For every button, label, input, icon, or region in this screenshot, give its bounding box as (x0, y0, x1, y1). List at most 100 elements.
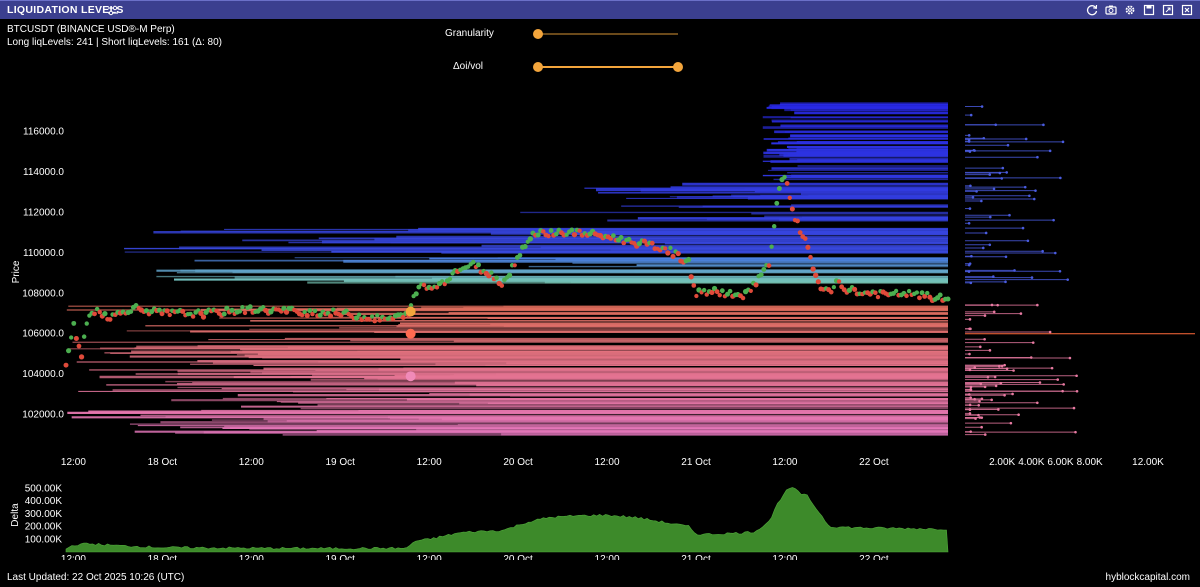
delta-tick-label: 400.00K (25, 496, 63, 507)
down-candle-point (813, 272, 819, 278)
down-candle-point (499, 283, 505, 288)
histogram-point (983, 314, 987, 317)
side-tick-label: 8.00K (1077, 457, 1103, 468)
delta-time-tick-label: 12:00 (417, 554, 442, 560)
up-candle-point (247, 304, 253, 310)
histogram-point (1068, 356, 1072, 360)
down-candle-point (836, 279, 842, 284)
up-candle-point (618, 234, 624, 240)
histogram-point (988, 243, 992, 247)
histogram-point (968, 403, 972, 407)
histogram-point (1024, 137, 1028, 141)
up-candle-point (548, 228, 554, 233)
down-candle-point (787, 195, 792, 200)
histogram-point (971, 195, 975, 199)
histogram-point (1006, 143, 1010, 147)
up-candle-point (84, 321, 89, 326)
side-axis: 2.00K 4.00K 6.00K 8.00K 12.00K (989, 457, 1164, 468)
up-candle-point (517, 253, 523, 258)
up-candle-point (925, 290, 930, 296)
side-histogram (965, 105, 1195, 436)
histogram-point (1052, 218, 1055, 222)
side-tick-label: 4.00K (1018, 457, 1044, 468)
histogram-point (980, 425, 983, 429)
up-candle-point (489, 270, 494, 275)
up-candle-point (719, 288, 725, 294)
histogram-point (1056, 378, 1060, 381)
up-candle-point (535, 232, 541, 238)
up-candle-point (221, 311, 227, 317)
price-axis: 102000.0 104000.0 106000.0 108000.0 110000.0… (22, 126, 64, 420)
histogram-point (996, 303, 999, 307)
delta-tick-label: 500.00K (25, 483, 63, 494)
down-candle-point (97, 309, 102, 315)
delta-tick-label: 300.00K (25, 509, 63, 520)
up-candle-point (782, 174, 787, 180)
up-candle-point (69, 335, 74, 340)
histogram-point (1062, 383, 1065, 386)
up-candle-point (66, 348, 72, 354)
brand-link[interactable]: hyblockcapital.com (1106, 572, 1190, 583)
histogram-point (1050, 366, 1054, 370)
down-candle-point (242, 310, 248, 316)
time-tick-label: 21 Oct (681, 457, 711, 468)
histogram-point (981, 246, 985, 250)
histogram-point (1074, 430, 1077, 434)
time-tick-label: 22 Oct (859, 457, 889, 468)
price-tick-label: 110000.0 (23, 248, 64, 259)
up-candle-point (831, 284, 836, 290)
down-candle-point (766, 263, 772, 268)
histogram-point (1036, 401, 1039, 405)
highlight-marker (405, 371, 416, 382)
up-candle-point (356, 312, 362, 317)
last-updated: Last Updated: 22 Oct 2025 10:26 (UTC) (7, 572, 185, 583)
delta-time-tick-label: 22 Oct (859, 554, 889, 560)
down-candle-point (815, 279, 821, 285)
up-candle-point (774, 200, 780, 206)
histogram-point (1028, 194, 1031, 198)
histogram-point (994, 123, 998, 127)
time-tick-label: 12:00 (417, 457, 442, 468)
histogram-point (980, 416, 984, 419)
up-candle-point (240, 304, 245, 310)
histogram-point (967, 222, 971, 225)
histogram-point (1026, 239, 1030, 243)
down-candle-point (200, 314, 207, 320)
histogram-point (1008, 213, 1011, 217)
histogram-point (1032, 197, 1036, 201)
histogram-point (1012, 369, 1015, 372)
up-candle-point (522, 244, 528, 250)
histogram-point (1013, 269, 1016, 272)
price-tick-label: 116000.0 (23, 126, 64, 137)
histogram-point (1000, 177, 1004, 180)
down-candle-point (917, 295, 922, 301)
time-tick-label: 20 Oct (503, 457, 533, 468)
down-candle-point (164, 308, 170, 314)
histogram-point (969, 281, 973, 285)
delta-axis: 100.00K200.00K 300.00K 400.00K 500.00K (25, 483, 63, 545)
time-tick-label: 12:00 (595, 457, 620, 468)
down-candle-point (694, 293, 699, 299)
histogram-point (980, 397, 984, 401)
histogram-point (967, 140, 971, 143)
time-axis: 12:00 18 Oct 12:00 19 Oct 12:00 20 Oct 12:00 21… (61, 457, 889, 468)
delta-time-tick-label: 12:00 (61, 554, 86, 560)
down-candle-point (190, 314, 196, 319)
histogram-point (1003, 393, 1006, 397)
down-candle-point (875, 294, 881, 300)
down-candle-point (670, 253, 676, 260)
down-candle-point (803, 236, 808, 241)
down-candle-point (546, 233, 551, 239)
liquidation-chart[interactable]: 102000.0 104000.0 106000.0 108000.0 110000.0… (0, 0, 1200, 560)
down-candle-point (328, 313, 334, 319)
up-candle-point (506, 272, 513, 278)
up-candle-point (413, 291, 419, 297)
histogram-point (968, 352, 971, 356)
histogram-point (968, 368, 972, 372)
down-candle-point (167, 312, 172, 318)
delta-tick-label: 200.00K (25, 522, 63, 533)
side-tick-label: 6.00K (1047, 457, 1073, 468)
histogram-point (967, 263, 971, 267)
histogram-point (970, 254, 973, 258)
histogram-point (1005, 171, 1009, 174)
